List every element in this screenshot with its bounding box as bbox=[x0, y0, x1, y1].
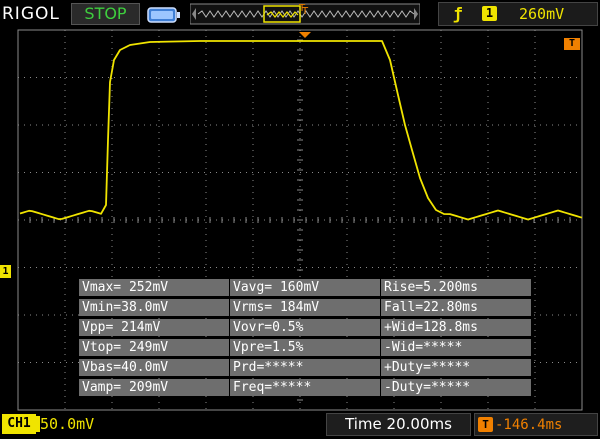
horizontal-position-panel[interactable]: T -146.4ms bbox=[474, 413, 598, 436]
measure-vmax: Vmax= 252mV bbox=[79, 279, 229, 296]
ch1-ground-marker[interactable]: 1 bbox=[0, 265, 11, 278]
measurement-table: Vmax= 252mV Vavg= 160mV Rise=5.200ms Vmi… bbox=[79, 279, 531, 399]
trigger-level-marker[interactable]: T bbox=[564, 38, 580, 50]
measure-vovr: Vovr=0.5% bbox=[230, 319, 380, 336]
measure-vmin: Vmin=38.0mV bbox=[79, 299, 229, 316]
ch1-vertical-scale[interactable]: 50.0mV bbox=[40, 414, 94, 434]
measure-pos-duty: +Duty=***** bbox=[381, 359, 531, 376]
trigger-offset-icon: T bbox=[478, 417, 493, 432]
measure-period: Prd=***** bbox=[230, 359, 380, 376]
measure-pos-width: +Wid=128.8ms bbox=[381, 319, 531, 336]
trigger-position-marker bbox=[299, 32, 311, 38]
ch1-channel-button[interactable]: CH1 bbox=[2, 414, 36, 434]
trigger-position-label: T bbox=[301, 6, 309, 17]
measure-neg-duty: -Duty=***** bbox=[381, 379, 531, 396]
measure-vrms: Vrms= 184mV bbox=[230, 299, 380, 316]
measure-frequency: Freq=***** bbox=[230, 379, 380, 396]
measure-neg-width: -Wid=***** bbox=[381, 339, 531, 356]
measure-vbase: Vbas=40.0mV bbox=[79, 359, 229, 376]
status-bar: CH1 50.0mV Time 20.00ms T -146.4ms bbox=[0, 410, 600, 439]
timebase-display[interactable]: Time 20.00ms bbox=[326, 413, 471, 436]
measure-fall: Fall=22.80ms bbox=[381, 299, 531, 316]
measure-rise: Rise=5.200ms bbox=[381, 279, 531, 296]
measure-vtop: Vtop= 249mV bbox=[79, 339, 229, 356]
measure-vpre: Vpre=1.5% bbox=[230, 339, 380, 356]
measure-vpp: Vpp= 214mV bbox=[79, 319, 229, 336]
measure-vamp: Vamp= 209mV bbox=[79, 379, 229, 396]
horizontal-position-value: -146.4ms bbox=[495, 417, 563, 433]
measure-vavg: Vavg= 160mV bbox=[230, 279, 380, 296]
